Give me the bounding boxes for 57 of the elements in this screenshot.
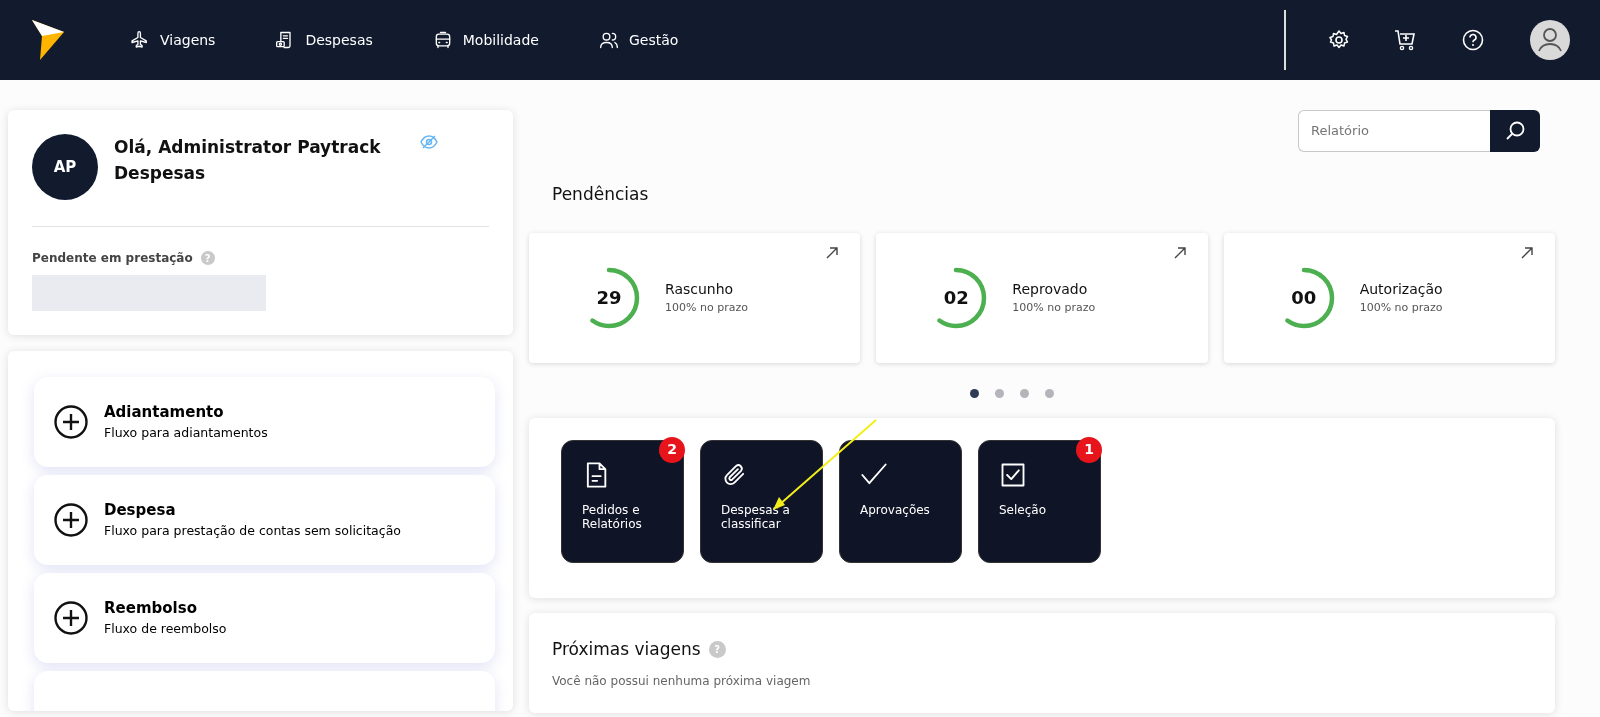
- pending-count: 00: [1291, 286, 1317, 310]
- nav-link[interactable]: Gestão: [598, 29, 679, 51]
- section-title: Próximas viagens: [552, 637, 701, 661]
- pending-deadline: 100% no prazo: [1012, 299, 1096, 316]
- search-icon: [1505, 121, 1525, 141]
- pending-count: 02: [943, 286, 969, 310]
- shortcut-tile[interactable]: Seleção 1: [978, 439, 1101, 563]
- external-link-icon: [826, 246, 839, 259]
- flow-card[interactable]: Adiantamento Fluxo para adiantamentos: [34, 377, 495, 467]
- flow-description: Fluxo para adiantamentos: [104, 423, 268, 442]
- pending-label: Reprovado: [1012, 279, 1089, 299]
- search-field[interactable]: Relatório: [1298, 110, 1490, 152]
- carousel-dot[interactable]: [1020, 388, 1029, 398]
- notification-badge: 1: [1076, 436, 1102, 463]
- section-title: Pendências: [552, 183, 650, 206]
- nav-link[interactable]: Despesas: [275, 29, 373, 51]
- flow-title: Reembolso: [104, 598, 198, 620]
- carousel-dot[interactable]: [970, 388, 979, 398]
- add-icon: [54, 503, 88, 537]
- avatar-icon[interactable]: [1530, 20, 1570, 60]
- user-avatar: AP: [32, 134, 98, 200]
- shortcut-tile[interactable]: Aprovações: [839, 439, 962, 563]
- pending-label: Pendente em prestação: [32, 250, 193, 267]
- notification-badge: 2: [659, 436, 685, 463]
- flow-title: Adiantamento: [104, 402, 225, 424]
- cart-icon[interactable]: [1394, 29, 1416, 51]
- carousel-dot[interactable]: [995, 388, 1004, 398]
- pending-card[interactable]: 29 Rascunho 100% no prazo: [529, 232, 861, 363]
- add-icon: [54, 405, 88, 439]
- pending-deadline: 100% no prazo: [665, 299, 748, 316]
- flow-description: Fluxo de reembolso: [104, 619, 227, 638]
- greeting: Olá, Administrator Paytrack Despesas: [114, 136, 382, 186]
- flow-card[interactable]: Despesa Fluxo para prestação de contas sem solicitação: [34, 475, 495, 565]
- nav-link[interactable]: Viagens: [130, 29, 216, 51]
- pending-count: 29: [596, 286, 622, 310]
- pending-deadline: 100% no prazo: [1359, 299, 1443, 316]
- carousel-dot[interactable]: [1045, 388, 1054, 398]
- empty-message: Você não possui nenhuma próxima viagem: [552, 673, 812, 690]
- shortcut-tile[interactable]: Pedidos e Relatórios 2: [561, 439, 684, 563]
- search-button[interactable]: [1490, 110, 1540, 152]
- shortcut-tile[interactable]: Despesas a classificar: [700, 439, 823, 563]
- help-icon[interactable]: [1462, 29, 1484, 51]
- flow-description: Fluxo para prestação de contas sem solicitação: [104, 521, 401, 540]
- pending-card[interactable]: 02 Reprovado 100% no prazo: [876, 232, 1208, 363]
- pending-card[interactable]: 00 Autorização 100% no prazo: [1223, 232, 1555, 363]
- pending-label: Rascunho: [665, 279, 735, 299]
- users-icon: [598, 30, 619, 50]
- external-link-icon: [1521, 246, 1533, 259]
- logo-icon[interactable]: [30, 18, 66, 62]
- flow-title: Despesa: [104, 500, 177, 522]
- settings-icon[interactable]: [1328, 29, 1350, 51]
- flow-card[interactable]: Reembolso Fluxo de reembolso: [34, 573, 495, 663]
- nav-link[interactable]: Mobilidade: [432, 29, 539, 51]
- external-link-icon: [1173, 246, 1186, 259]
- pending-label: Autorização: [1359, 279, 1443, 299]
- airplane-icon: [130, 30, 150, 50]
- add-icon: [54, 601, 88, 635]
